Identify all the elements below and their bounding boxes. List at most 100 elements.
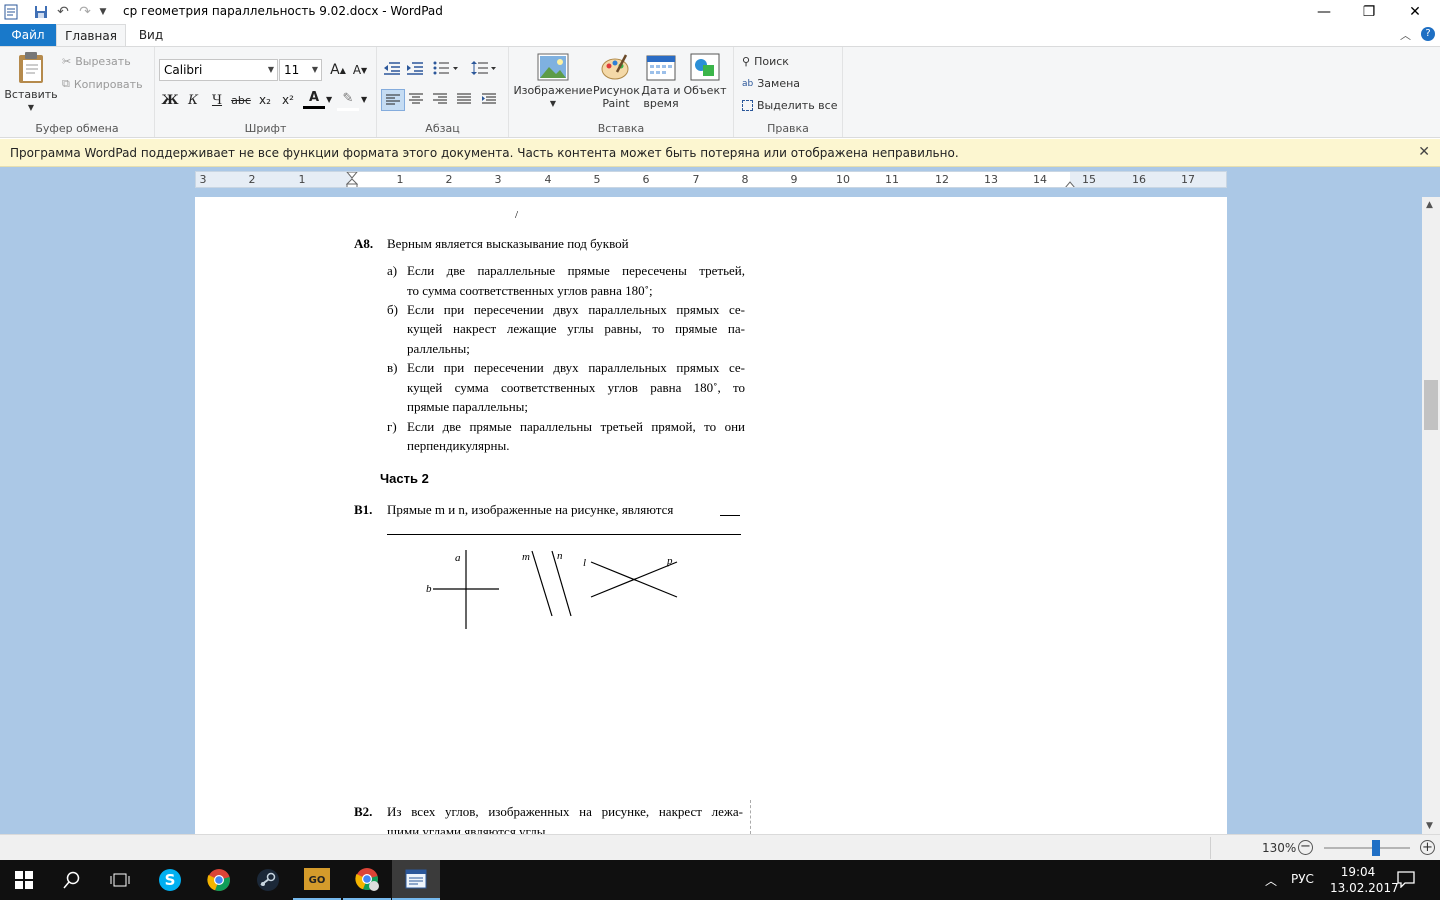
zoom-out-icon[interactable]: − [1298,840,1313,855]
vertical-scrollbar[interactable]: ▲ ▼ [1422,197,1440,834]
ruler-number: 7 [692,173,700,186]
cut-button[interactable]: ✂ Вырезать [62,55,131,68]
decrease-indent-icon[interactable] [383,61,401,78]
paragraph-settings-icon[interactable] [482,93,496,108]
taskbar-chrome[interactable] [195,860,243,900]
question-b1-text: Прямые m и n, изображенные на рисунке, я… [387,502,674,517]
underline-button[interactable]: Ч [206,89,228,111]
scissors-icon: ✂ [62,55,72,68]
option-v-line: кущей сумма соответственных углов равна … [407,380,745,395]
paste-button[interactable]: Вставить ▼ [4,51,58,114]
paste-label: Вставить [4,88,58,101]
zoom-in-icon[interactable]: + [1420,840,1435,855]
taskbar: S GO ︿ РУС 19:04 13.02.2017 [0,860,1440,900]
input-language[interactable]: РУС [1291,872,1314,886]
chevron-down-icon: ▼ [267,65,274,74]
text-color-button[interactable]: A [303,89,325,109]
wordpad-app-icon[interactable] [2,3,20,21]
subscript-button[interactable]: x₂ [254,89,276,111]
replace-button[interactable]: ab Замена [742,77,800,90]
chevron-down-icon: ▼ [311,65,318,74]
chevron-down-icon[interactable]: ▼ [326,95,332,104]
shrink-font-button[interactable]: A ▼ [349,59,371,81]
close-message-icon[interactable]: ✕ [1418,144,1430,160]
insert-image-label: Изображение [513,84,593,97]
superscript-button[interactable]: x² [277,89,299,111]
edit-group-label: Правка [767,122,809,135]
align-center-icon[interactable] [409,93,423,108]
select-all-button[interactable]: Выделить все [742,99,837,112]
bold-button[interactable]: Ж [159,89,181,111]
font-size-select[interactable]: 11 ▼ [279,59,322,81]
first-line-indent-marker[interactable] [345,172,359,187]
redo-icon[interactable]: ↷ [76,3,94,21]
paint-icon [601,54,629,80]
tab-file[interactable]: Файл [0,24,56,46]
ruler-number: 3 [199,173,207,186]
minimize-button[interactable]: — [1301,0,1347,24]
start-button[interactable] [0,860,48,900]
insert-group: Изображение ▼ Рисунок Paint Дата и время… [509,47,734,137]
task-view-button[interactable] [96,860,144,900]
answer-line [387,534,741,535]
align-left-button[interactable] [381,89,405,111]
ruler-number: 4 [544,173,552,186]
document-page[interactable]: / А8. Верным является высказывание под б… [195,197,1227,834]
undo-icon[interactable]: ↶ [54,3,72,21]
line-spacing-icon[interactable] [471,61,497,78]
zoom-slider[interactable] [1324,840,1410,856]
line-m [531,550,553,617]
scroll-thumb[interactable] [1424,380,1438,430]
text-box-border [750,800,751,834]
taskbar-csgo[interactable]: GO [293,860,341,900]
ruler-number: 9 [790,173,798,186]
italic-button[interactable]: К [182,89,204,111]
taskbar-steam[interactable] [244,860,292,900]
highlight-button[interactable]: ✎ [337,89,359,111]
collapse-ribbon-icon[interactable]: ︿ [1400,27,1411,43]
paste-icon [19,52,43,83]
ruler-number: 3 [494,173,502,186]
ruler-left-margin [196,172,352,187]
skype-icon: S [159,869,181,891]
save-icon[interactable] [32,3,50,21]
font-family-select[interactable]: Calibri ▼ [159,59,278,81]
notifications-icon[interactable] [1397,870,1415,891]
insert-image-button[interactable]: Изображение ▼ [513,53,593,110]
copy-button[interactable]: ⧉ Копировать [62,77,143,91]
help-icon[interactable]: ? [1421,27,1435,41]
tab-home[interactable]: Главная [56,24,126,46]
insert-paint-button[interactable]: Рисунок Paint [593,53,640,110]
right-indent-marker[interactable] [1064,178,1076,187]
bullets-icon[interactable] [433,61,459,78]
find-button[interactable]: ⚲ Поиск [742,55,789,68]
paste-dropdown-icon[interactable]: ▼ [4,101,58,114]
ruler[interactable]: 3 2 1 1 2 3 4 5 6 7 8 9 10 11 12 13 14 1… [195,171,1227,188]
strikethrough-button[interactable]: abc [230,89,252,111]
taskbar-skype[interactable]: S [146,860,194,900]
increase-indent-icon[interactable] [406,61,424,78]
scroll-down-icon[interactable]: ▼ [1426,821,1433,831]
clock[interactable]: 19:04 13.02.2017 [1330,864,1399,896]
paragraph-group: Абзац [377,47,509,137]
justify-icon[interactable] [457,93,471,108]
customize-toolbar-icon[interactable]: ▼ [96,3,110,21]
tray-expand-icon[interactable]: ︿ [1265,872,1277,889]
align-right-icon[interactable] [433,93,447,108]
zoom-slider-thumb[interactable] [1372,840,1380,856]
grow-font-button[interactable]: A ▲ [327,59,349,81]
insert-group-label: Вставка [597,122,645,135]
scroll-up-icon[interactable]: ▲ [1426,200,1433,210]
search-button[interactable] [48,860,96,900]
ruler-number: 1 [396,173,404,186]
insert-datetime-button[interactable]: Дата и время [641,53,681,110]
paint-label-2: Paint [602,97,630,110]
close-button[interactable]: ✕ [1392,0,1438,24]
taskbar-chrome-profile[interactable] [343,860,391,900]
insert-object-button[interactable]: Объект [683,53,727,97]
ruler-number: 13 [984,173,998,186]
restore-button[interactable]: ❐ [1346,0,1392,24]
taskbar-wordpad[interactable] [392,860,440,900]
chevron-down-icon[interactable]: ▼ [361,95,367,104]
tab-view[interactable]: Вид [130,24,172,46]
